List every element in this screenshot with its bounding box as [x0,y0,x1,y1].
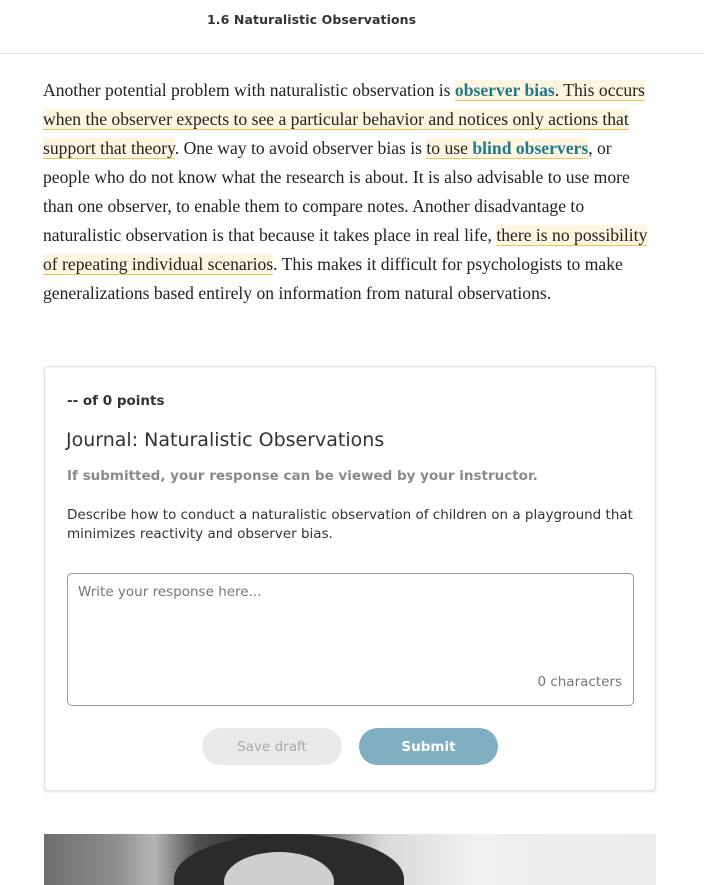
highlighted-text[interactable]: to use [426,138,473,159]
illustration-photo [44,834,656,885]
reading-paragraph: Another potential problem with naturalis… [43,76,655,308]
submit-button[interactable]: Submit [359,728,498,765]
glossary-term-link[interactable]: observer bias [454,80,555,101]
character-count: 0 characters [537,674,622,690]
glossary-term-link[interactable]: blind observers [472,138,589,159]
journal-prompt: Describe how to conduct a naturalistic o… [67,507,633,542]
instructor-notice: If submitted, your response can be viewe… [67,468,538,484]
top-bar: 1.6 Naturalistic Observations [0,0,704,54]
journal-title: Journal: Naturalistic Observations [66,429,385,451]
paragraph-text: . One way to avoid observer bias is [174,138,427,158]
save-draft-button[interactable]: Save draft [202,728,342,765]
journal-card: -- of 0 points Journal: Naturalistic Obs… [44,366,656,791]
paragraph-text: Another potential problem with naturalis… [43,80,455,100]
section-title: 1.6 Naturalistic Observations [207,12,417,27]
points-label: -- of 0 points [67,393,165,409]
